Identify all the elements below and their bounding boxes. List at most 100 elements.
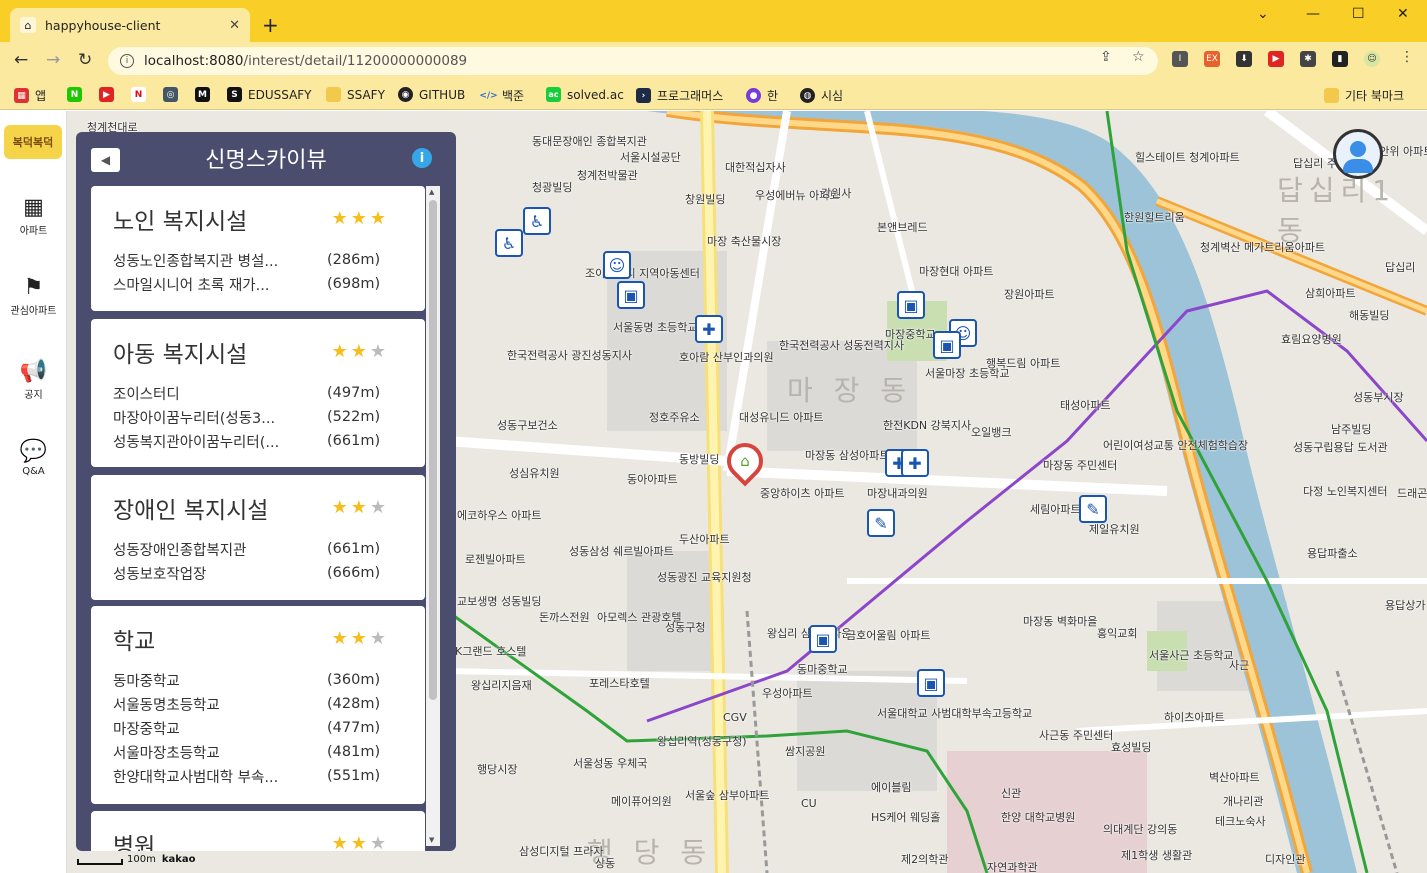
map-label: 신관 (1001, 787, 1022, 800)
bookmark-netflix[interactable]: N (131, 87, 152, 102)
wheelchair-marker-icon[interactable]: ♿ (523, 207, 551, 235)
tools-marker-icon[interactable]: ✎ (1079, 495, 1107, 523)
map-label: 마장중학교 (885, 328, 936, 341)
school-marker-icon[interactable]: ▣ (933, 331, 961, 359)
map-label: 개나리관 (1223, 795, 1264, 808)
share-icon[interactable]: ⇪ (1100, 49, 1112, 65)
megaphone-icon: 📢 (19, 359, 48, 384)
globe-icon: ◍ (800, 88, 815, 103)
minimize-icon[interactable]: — (1306, 6, 1320, 22)
list-item[interactable]: 동마중학교 (360m) (113, 668, 403, 692)
map-label: 성동구보건소 (497, 419, 558, 432)
list-item[interactable]: 마장아이꿈누리터(성동3... (522m) (113, 405, 403, 429)
school-marker-icon[interactable]: ▣ (917, 669, 945, 697)
map-label: 한전KDN 강북지사 (883, 419, 972, 432)
panel-scrollbar[interactable]: ▲ ▼ (426, 186, 440, 846)
map-label: 청계벽산 메가트리움아파트 (1200, 241, 1325, 254)
list-item[interactable]: 마장중학교 (477m) (113, 716, 403, 740)
bookmark-han[interactable]: ● 한 (746, 87, 778, 104)
bookmark-youtube[interactable]: ▶ (99, 87, 120, 102)
list-item[interactable]: 서울동명초등학교 (428m) (113, 692, 403, 716)
bookmark-star-icon[interactable]: ☆ (1132, 49, 1145, 65)
sidebar-item-apartment[interactable]: ▦ 아파트 (0, 195, 67, 237)
address-bar[interactable]: i localhost:8080/interest/detail/1120000… (108, 47, 1158, 75)
bookmark-naver[interactable]: N (67, 87, 88, 102)
map-label: 포레스타호텔 (589, 677, 650, 690)
facility-card-list[interactable]: 노인 복지시설 ★★★ 성동노인종합복지관 병설... (286m) 스마일시니어… (91, 186, 425, 851)
list-item[interactable]: 성동장애인종합복지관 (661m) (113, 537, 403, 561)
extension-icon[interactable]: ⬇ (1236, 51, 1252, 67)
list-item[interactable]: 한양대학교사범대학 부속... (551m) (113, 764, 403, 788)
school-marker-icon[interactable]: ▣ (897, 291, 925, 319)
map-label: 서울숲 삼부아파트 (685, 789, 770, 802)
building-icon: ▦ (23, 195, 44, 220)
sidebar-item-label: 공지 (24, 390, 43, 401)
facility-card: 아동 복지시설 ★★★ 조이스터디 (497m) 마장아이꿈누리터(성동3...(… (91, 319, 425, 467)
bookmark-solvedac[interactable]: ac solved.ac (546, 87, 624, 102)
menu-dots-icon[interactable]: ⋮ (1400, 49, 1414, 65)
map-label: 서울시설공단 (620, 151, 681, 164)
bookmark-edussafy[interactable]: S EDUSSAFY (227, 87, 312, 102)
map-label: 성동부시장 (1353, 391, 1404, 404)
bookmark-apps[interactable]: ▦ 앱 (14, 87, 46, 104)
sidebar-item-notice[interactable]: 📢 공지 (0, 359, 67, 401)
user-profile-button[interactable] (1333, 129, 1383, 179)
maximize-icon[interactable]: ☐ (1352, 6, 1365, 22)
list-item[interactable]: 성동보호작업장 (666m) (113, 561, 403, 585)
extension-icon[interactable]: ▶ (1268, 51, 1284, 67)
map-label: 동방빌딩 (679, 453, 720, 466)
bookmark-baekjoon[interactable]: </> 백준 (479, 87, 524, 104)
map-label: 청광빌딩 (532, 181, 573, 194)
school-marker-icon[interactable]: ▣ (617, 281, 645, 309)
tab-strip: ⌂ happyhouse-client ✕ + ⌄ — ☐ ✕ (0, 0, 1427, 42)
close-tab-icon[interactable]: ✕ (229, 18, 240, 33)
list-item[interactable]: 스마일시니어 초록 재가... (698m) (113, 272, 403, 296)
sidebar-item-label: Q&A (22, 466, 45, 477)
map-label: 교보생명 성동빌딩 (457, 595, 542, 608)
map-label: 세림아파트 (1030, 503, 1081, 516)
tools-marker-icon[interactable]: ✎ (867, 509, 895, 537)
map-scale: 100m kakao (77, 854, 196, 865)
puzzle-icon[interactable]: ✱ (1300, 51, 1316, 67)
new-tab-icon[interactable]: + (262, 13, 279, 37)
close-window-icon[interactable]: ✕ (1397, 6, 1409, 22)
bookmark-ssafy[interactable]: SSAFY (326, 87, 385, 102)
school-marker-icon[interactable]: ▣ (809, 625, 837, 653)
sidebar-item-qa[interactable]: 💬 Q&A (0, 439, 67, 477)
bookmark-other[interactable]: 기타 북마크 (1324, 87, 1404, 104)
apartment-detail-panel: ◀ 신명스카이뷰 i 노인 복지시설 ★★★ 성동노인종합복지관 병설... (2… (76, 132, 456, 851)
list-item[interactable]: 서울마장초등학교 (481m) (113, 740, 403, 764)
info-icon[interactable]: i (412, 148, 432, 168)
profile-avatar-icon[interactable]: ☺ (1364, 51, 1380, 67)
bookmark-medium[interactable]: M (195, 87, 216, 102)
site-info-icon[interactable]: i (120, 54, 134, 68)
wheelchair-marker-icon[interactable]: ♿ (495, 229, 523, 257)
browser-tab[interactable]: ⌂ happyhouse-client ✕ (10, 8, 250, 42)
sidebar-item-interest[interactable]: ⚑ 관심아파트 (0, 275, 67, 317)
bookmark-site[interactable]: ◎ (163, 87, 184, 102)
reload-icon[interactable]: ↻ (78, 50, 92, 70)
map-label: 마장현대 아파트 (919, 265, 994, 278)
bookmark-programmers[interactable]: › 프로그래머스 (636, 87, 723, 104)
scroll-down-icon[interactable]: ▼ (429, 836, 434, 844)
back-arrow-icon[interactable]: ← (14, 50, 28, 70)
sidebar-toggle-icon[interactable]: ▮ (1332, 51, 1348, 67)
extension-icon[interactable]: EX (1204, 51, 1220, 67)
scroll-thumb[interactable] (429, 200, 437, 700)
forward-arrow-icon[interactable]: → (46, 50, 60, 70)
list-item[interactable]: 성동복지관아이꿈누리터(... (661m) (113, 429, 403, 453)
map-label: 제1학생 생활관 (1121, 849, 1193, 862)
code-icon: </> (479, 90, 498, 101)
tab-search-chevron-icon[interactable]: ⌄ (1257, 6, 1269, 22)
childcare-marker-icon[interactable]: ☺ (603, 251, 631, 279)
extension-icon[interactable]: I (1172, 51, 1188, 67)
list-item[interactable]: 성동노인종합복지관 병설... (286m) (113, 248, 403, 272)
app-logo[interactable]: 복덕복덕 (4, 125, 62, 159)
bookmark-github[interactable]: ◉ GITHUB (398, 87, 465, 102)
hospital-marker-icon[interactable]: ✚ (695, 315, 723, 343)
map-label: HS케어 웨딩홀 (871, 811, 941, 824)
list-item[interactable]: 조이스터디 (497m) (113, 381, 403, 405)
hospital-marker-icon[interactable]: ✚ (901, 449, 929, 477)
bookmark-sisim[interactable]: ◍ 시심 (800, 87, 843, 104)
scroll-up-icon[interactable]: ▲ (429, 188, 434, 196)
